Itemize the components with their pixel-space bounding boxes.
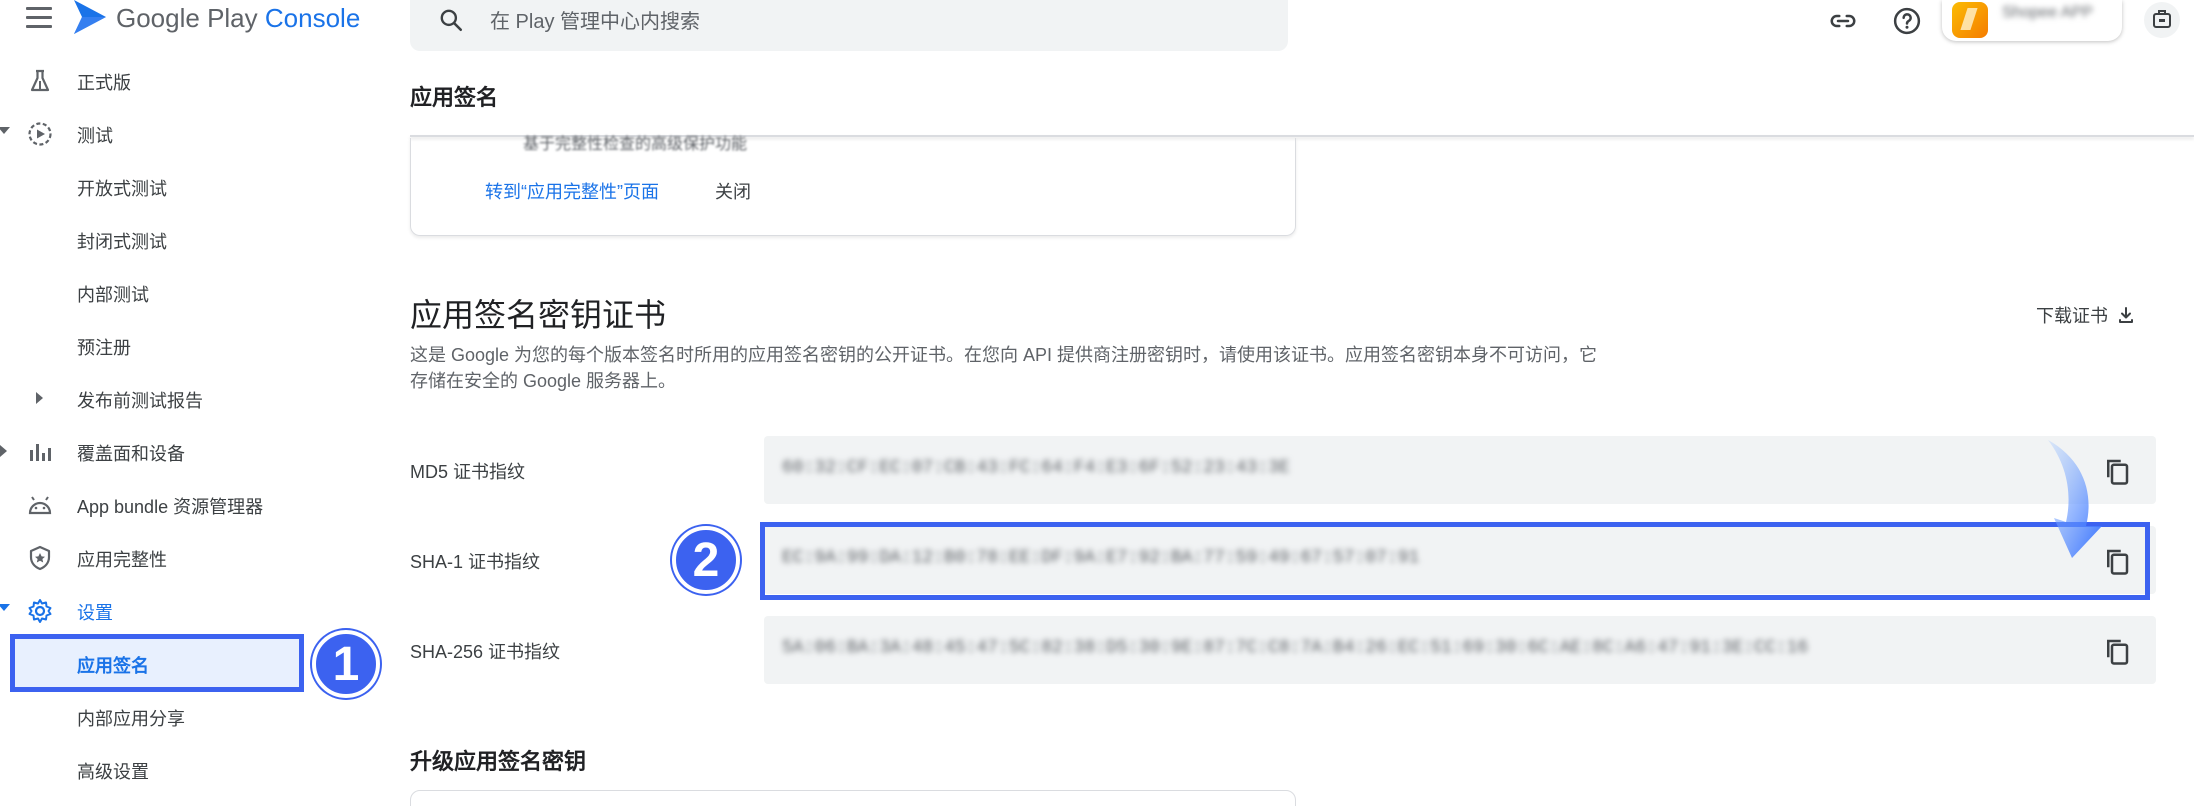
sidebar-item-settings[interactable]: 设置: [0, 589, 310, 629]
chevron-down-icon[interactable]: [0, 127, 10, 134]
fingerprint-field: 60:32:CF:EC:07:CB:43:FC:64:F4:E3:6F:52:2…: [764, 436, 2156, 504]
sha1-highlight-box: [760, 522, 2150, 600]
upgrade-card: [410, 790, 1296, 806]
go-to-app-integrity-link[interactable]: 转到“应用完整性”页面: [485, 178, 659, 204]
download-certificate-button[interactable]: 下载证书: [2036, 302, 2136, 328]
sidebar-item-label: 内部应用分享: [77, 709, 185, 729]
brand-title[interactable]: Google Play Console: [116, 3, 360, 34]
fingerprint-label: SHA-256 证书指纹: [410, 642, 561, 662]
upgrade-section-title: 升级应用签名密钥: [410, 749, 587, 774]
sidebar-item-reach-devices[interactable]: 覆盖面和设备: [0, 430, 310, 470]
sidebar-item-internal-testing[interactable]: 内部测试: [0, 271, 310, 311]
step-badge-2: 2: [672, 526, 740, 594]
sidebar-item-pre-registration[interactable]: 预注册: [0, 324, 310, 364]
sidebar-item-label: 应用完整性: [77, 550, 167, 570]
download-label: 下载证书: [2036, 306, 2108, 326]
md5-fingerprint-row: MD5 证书指纹 60:32:CF:EC:07:CB:43:FC:64:F4:E…: [410, 436, 2156, 506]
search-bar[interactable]: [410, 0, 1288, 51]
integrity-notice-card: 基于完整性检查的高级保护功能 转到“应用完整性”页面 关闭: [410, 136, 1296, 236]
chevron-down-icon[interactable]: [0, 604, 10, 611]
android-icon: [28, 496, 52, 515]
fingerprint-field: 5A:06:BA:3A:48:45:47:5C:82:38:D5:30:9E:8…: [764, 616, 2156, 684]
sidebar-item-label: 预注册: [77, 338, 131, 358]
page-title: 应用签名: [410, 85, 499, 110]
fingerprint-label: MD5 证书指纹: [410, 462, 526, 482]
sidebar-item-label: 覆盖面和设备: [77, 444, 185, 464]
sidebar-item-app-integrity[interactable]: 应用完整性: [0, 536, 310, 576]
download-icon: [2119, 307, 2133, 323]
sidebar-item-label: 应用签名: [77, 656, 149, 676]
account-switcher[interactable]: Shopee APP: [1942, 0, 2122, 41]
curved-arrow-icon: [2048, 440, 2102, 558]
fingerprint-label: SHA-1 证书指纹: [410, 552, 541, 572]
section-title: 应用签名密钥证书: [410, 297, 667, 333]
help-icon[interactable]: [1892, 6, 1922, 36]
play-console-logo-icon: [74, 0, 106, 34]
sidebar-item-label: 正式版: [77, 73, 131, 93]
search-icon: [440, 9, 463, 32]
briefcase-icon: [2153, 10, 2171, 28]
section-description: 这是 Google 为您的每个版本签名时所用的应用签名密钥的公开证书。在您向 A…: [410, 345, 1598, 391]
sidebar-item-closed-testing[interactable]: 封闭式测试: [0, 218, 310, 258]
sidebar-item-label: App bundle 资源管理器: [77, 497, 264, 517]
sidebar-item-label: 发布前测试报告: [77, 391, 203, 411]
chevron-right-icon[interactable]: [36, 392, 43, 404]
workspace-button[interactable]: [2144, 2, 2180, 38]
chevron-right-icon[interactable]: [0, 445, 7, 457]
account-name: Shopee APP: [2002, 4, 2093, 21]
sidebar-item-label: 内部测试: [77, 285, 149, 305]
sidebar-item-open-testing[interactable]: 开放式测试: [0, 165, 310, 205]
bar-chart-icon: [30, 444, 51, 461]
close-button[interactable]: 关闭: [715, 178, 751, 204]
sidebar-item-app-bundle-explorer[interactable]: App bundle 资源管理器: [0, 483, 310, 523]
sidebar-item-internal-app-sharing[interactable]: 内部应用分享: [0, 695, 310, 735]
sidebar-item-label: 测试: [77, 126, 113, 146]
sidebar-item-advanced-settings[interactable]: 高级设置: [0, 748, 310, 788]
fingerprint-value: 60:32:CF:EC:07:CB:43:FC:64:F4:E3:6F:52:2…: [782, 458, 1290, 478]
play-circle-icon: [28, 122, 52, 146]
sha256-fingerprint-row: SHA-256 证书指纹 5A:06:BA:3A:48:45:47:5C:82:…: [410, 616, 2156, 686]
card-clipped-text: 基于完整性检查的高级保护功能: [523, 136, 748, 153]
sidebar-item-testing[interactable]: 测试: [0, 112, 310, 152]
brand-console: Console: [264, 3, 361, 33]
fingerprint-value: 5A:06:BA:3A:48:45:47:5C:82:38:D5:30:9E:8…: [782, 638, 1809, 658]
sidebar-item-pre-launch-report[interactable]: 发布前测试报告: [0, 377, 310, 417]
app-avatar: [1952, 2, 1988, 38]
menu-icon[interactable]: [26, 7, 52, 29]
sidebar-item-production[interactable]: 正式版: [0, 59, 310, 99]
gear-icon: [28, 599, 52, 623]
sidebar-item-app-signing[interactable]: 应用签名: [0, 642, 310, 682]
flask-icon: [30, 69, 50, 92]
link-icon[interactable]: [1828, 6, 1858, 36]
sidebar-item-label: 设置: [77, 603, 113, 623]
shield-icon: [29, 545, 51, 571]
sidebar-item-label: 封闭式测试: [77, 232, 167, 252]
step-badge-1: 1: [312, 630, 380, 698]
copy-icon[interactable]: [2102, 636, 2132, 666]
sidebar-item-label: 高级设置: [77, 762, 149, 782]
brand-google-play: Google Play: [116, 3, 258, 33]
sidebar-item-label: 开放式测试: [77, 179, 167, 199]
search-input[interactable]: [490, 6, 1250, 38]
